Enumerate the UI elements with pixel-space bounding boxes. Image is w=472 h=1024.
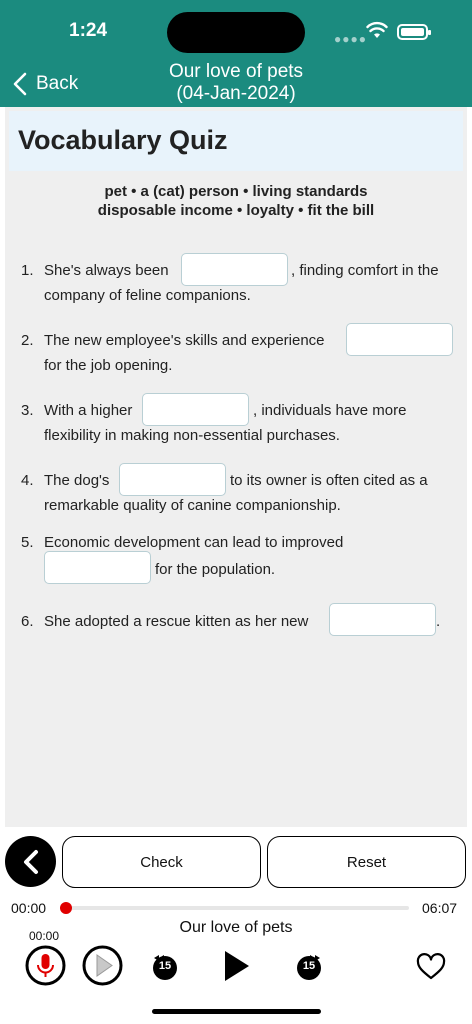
battery-icon — [397, 24, 431, 40]
question-number: 6. — [21, 613, 34, 630]
chevron-left-icon — [23, 849, 38, 874]
track-title: Our love of pets — [179, 919, 293, 936]
previous-button[interactable] — [5, 836, 56, 887]
question-text: . — [436, 613, 441, 630]
wifi-icon — [366, 21, 388, 38]
status-time: 1:24 — [69, 20, 108, 41]
dynamic-island — [167, 12, 305, 53]
question-4: 4. The dog's to its owner is often cited… — [21, 463, 461, 520]
answer-blank-2[interactable] — [346, 323, 453, 356]
question-text: The new employee's skills and experience — [44, 332, 325, 349]
answer-blank-1[interactable] — [181, 253, 288, 286]
question-text: With a higher — [44, 402, 133, 419]
question-5: 5. Economic development can lead to impr… — [21, 530, 461, 590]
record-button[interactable] — [25, 945, 66, 986]
question-text: to its owner is often cited as a — [230, 472, 428, 489]
home-indicator — [152, 1009, 321, 1014]
page-title-line2: (04-Jan-2024) — [176, 83, 296, 104]
record-time: 00:00 — [29, 929, 60, 943]
answer-blank-4[interactable] — [119, 463, 226, 496]
play-circle-icon — [82, 945, 123, 986]
question-number: 1. — [21, 262, 34, 279]
progress-track[interactable] — [63, 906, 409, 910]
check-button[interactable]: Check — [62, 836, 261, 888]
answer-blank-3[interactable] — [142, 393, 249, 426]
question-text: company of feline companions. — [44, 287, 251, 304]
chevron-left-icon — [13, 72, 27, 96]
question-6: 6. She adopted a rescue kitten as her ne… — [21, 603, 461, 639]
skip-forward-button[interactable]: 15 — [294, 952, 324, 982]
question-text: , finding comfort in the — [291, 262, 439, 279]
elapsed-time: 00:00 — [11, 900, 47, 916]
question-text: She's always been — [44, 262, 169, 279]
skip-back-label: 15 — [158, 960, 172, 972]
navigation-bar: 1:24 ●●●● Back Our love of pets (04-Jan-… — [0, 0, 472, 107]
play-icon — [225, 951, 249, 981]
quiz-title: Vocabulary Quiz — [18, 125, 228, 155]
question-number: 3. — [21, 402, 34, 419]
page-title-line1: Our love of pets — [168, 61, 304, 82]
play-button[interactable] — [222, 949, 252, 983]
skip-forward-label: 15 — [302, 960, 316, 972]
question-text: She adopted a rescue kitten as her new — [44, 613, 309, 630]
reset-button[interactable]: Reset — [267, 836, 466, 888]
back-button[interactable]: Back — [12, 70, 78, 98]
question-text: for the job opening. — [44, 357, 173, 374]
quiz-header: Vocabulary Quiz — [9, 111, 463, 171]
question-text: , individuals have more — [253, 402, 407, 419]
question-text: The dog's — [44, 472, 110, 489]
question-number: 2. — [21, 332, 34, 349]
page-title: Our love of pets (04-Jan-2024) — [110, 61, 362, 105]
question-text: remarkable quality of canine companionsh… — [44, 497, 341, 514]
heart-icon — [416, 953, 446, 980]
cellular-signal-icon: ●●●● — [334, 32, 367, 46]
word-bank-line2: disposable income • loyalty • fit the bi… — [97, 202, 375, 219]
word-bank-line1: pet • a (cat) person • living standards — [104, 183, 368, 200]
quiz-content: Vocabulary Quiz pet • a (cat) person • l… — [5, 107, 467, 827]
question-text: flexibility in making non-essential purc… — [44, 427, 340, 444]
progress-thumb[interactable] — [60, 902, 72, 914]
word-bank: pet • a (cat) person • living standards … — [5, 182, 467, 220]
play-recording-button[interactable] — [82, 945, 123, 986]
question-2: 2. The new employee's skills and experie… — [21, 323, 461, 380]
bottom-panel: Check Reset 00:00 06:07 Our love of pets… — [0, 827, 472, 1024]
question-number: 4. — [21, 472, 34, 489]
total-duration: 06:07 — [422, 900, 458, 916]
question-1: 1. She's always been , finding comfort i… — [21, 253, 461, 310]
favorite-button[interactable] — [416, 953, 446, 981]
back-label: Back — [36, 73, 79, 94]
question-number: 5. — [21, 534, 34, 551]
answer-blank-5[interactable] — [44, 551, 151, 584]
microphone-icon — [25, 945, 66, 986]
question-text: for the population. — [155, 561, 276, 578]
answer-blank-6[interactable] — [329, 603, 436, 636]
question-3: 3. With a higher , individuals have more… — [21, 393, 461, 450]
skip-back-button[interactable]: 15 — [150, 952, 180, 982]
